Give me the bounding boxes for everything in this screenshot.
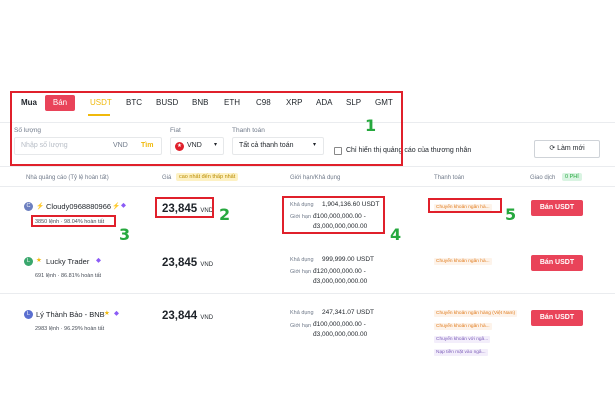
sell-usdt-button[interactable]: Bán USDT [531, 310, 583, 326]
advertiser-name[interactable]: Lý Thành Bảo - BNB [36, 310, 105, 319]
limit-max: đ3,000,000,000.00 [313, 331, 368, 338]
payment-method-chip: Chuyển khoản ngân hà... [434, 323, 492, 330]
diamond-icon: ◆ [121, 202, 126, 209]
price-sort-badge[interactable]: cao nhất đến thấp nhất [176, 173, 239, 181]
avatar[interactable]: L [24, 257, 33, 266]
limit-label: Giới hạn [290, 269, 312, 275]
limit-max: đ3,000,000,000.00 [313, 278, 368, 285]
available-value: 999,999.00 USDT [322, 256, 375, 263]
lightning-icon: ⚡ [112, 203, 121, 210]
sell-usdt-button[interactable]: Bán USDT [531, 255, 583, 271]
advertiser-stats: 691 lệnh · 86.81% hoàn tất [35, 273, 102, 279]
annotation-number-2: 2 [219, 205, 231, 224]
annotation-box-payment [428, 198, 502, 213]
annotation-box-price [155, 197, 214, 218]
annotation-number-1: 1 [365, 116, 377, 135]
star-icon: ★ [104, 310, 110, 317]
limit-min: đ100,000,000.00 - [313, 321, 366, 328]
diamond-icon: ◆ [96, 257, 101, 264]
advertiser-stats: 2983 lệnh · 96.29% hoàn tất [35, 326, 105, 332]
diamond-icon: ◆ [114, 310, 119, 317]
payment-method-chip: Chuyển khoản ngân hà... [434, 258, 492, 265]
divider [0, 166, 615, 167]
header-trade: Giao dịch [530, 175, 556, 181]
annotation-number-4: 4 [390, 225, 402, 244]
lightning-icon: ⚡ [36, 203, 45, 210]
annotation-box-limits [282, 196, 385, 234]
star-icon: ★ [36, 257, 42, 264]
refresh-icon: ⟳ [549, 145, 558, 152]
avatar[interactable]: C [24, 202, 33, 211]
annotation-number-5: 5 [505, 205, 517, 224]
divider [0, 186, 615, 187]
payment-method-chip: Chuyển khoản ngân hàng (Việt Nam) [434, 310, 518, 317]
payment-method-chip: Nạp tiền mặt vào ngâ... [434, 349, 488, 356]
zero-fee-badge: 0 PHÍ [562, 173, 582, 181]
refresh-label: Làm mới [557, 145, 585, 152]
available-value: 247,341.07 USDT [322, 309, 375, 316]
limit-label: Giới hạn [290, 323, 312, 329]
avatar[interactable]: L [24, 310, 33, 319]
header-advertiser: Nhà quảng cáo (Tỷ lệ hoàn tất) [26, 175, 109, 181]
sell-usdt-button[interactable]: Bán USDT [531, 200, 583, 216]
advertiser-name[interactable]: Cloudy0968880966 [46, 202, 111, 211]
price-value: 23,845 VND [162, 257, 214, 269]
annotation-box-tabs-filters [10, 91, 403, 166]
refresh-button[interactable]: ⟳ Làm mới [534, 140, 600, 158]
annotation-number-3: 3 [119, 225, 131, 244]
limit-min: đ120,000,000.00 - [313, 268, 366, 275]
annotation-box-stats [31, 215, 116, 227]
available-label: Khả dụng [290, 257, 314, 263]
divider [0, 293, 615, 294]
advertiser-name[interactable]: Lucky Trader [46, 257, 89, 266]
header-payment: Thanh toán [434, 175, 465, 181]
header-price: Giá [162, 175, 172, 181]
price-value: 23,844 VND [162, 310, 214, 322]
available-label: Khả dụng [290, 310, 314, 316]
header-limit: Giới hạn/Khả dụng [290, 175, 341, 181]
payment-method-chip: Chuyển khoản với ngâ... [434, 336, 491, 343]
